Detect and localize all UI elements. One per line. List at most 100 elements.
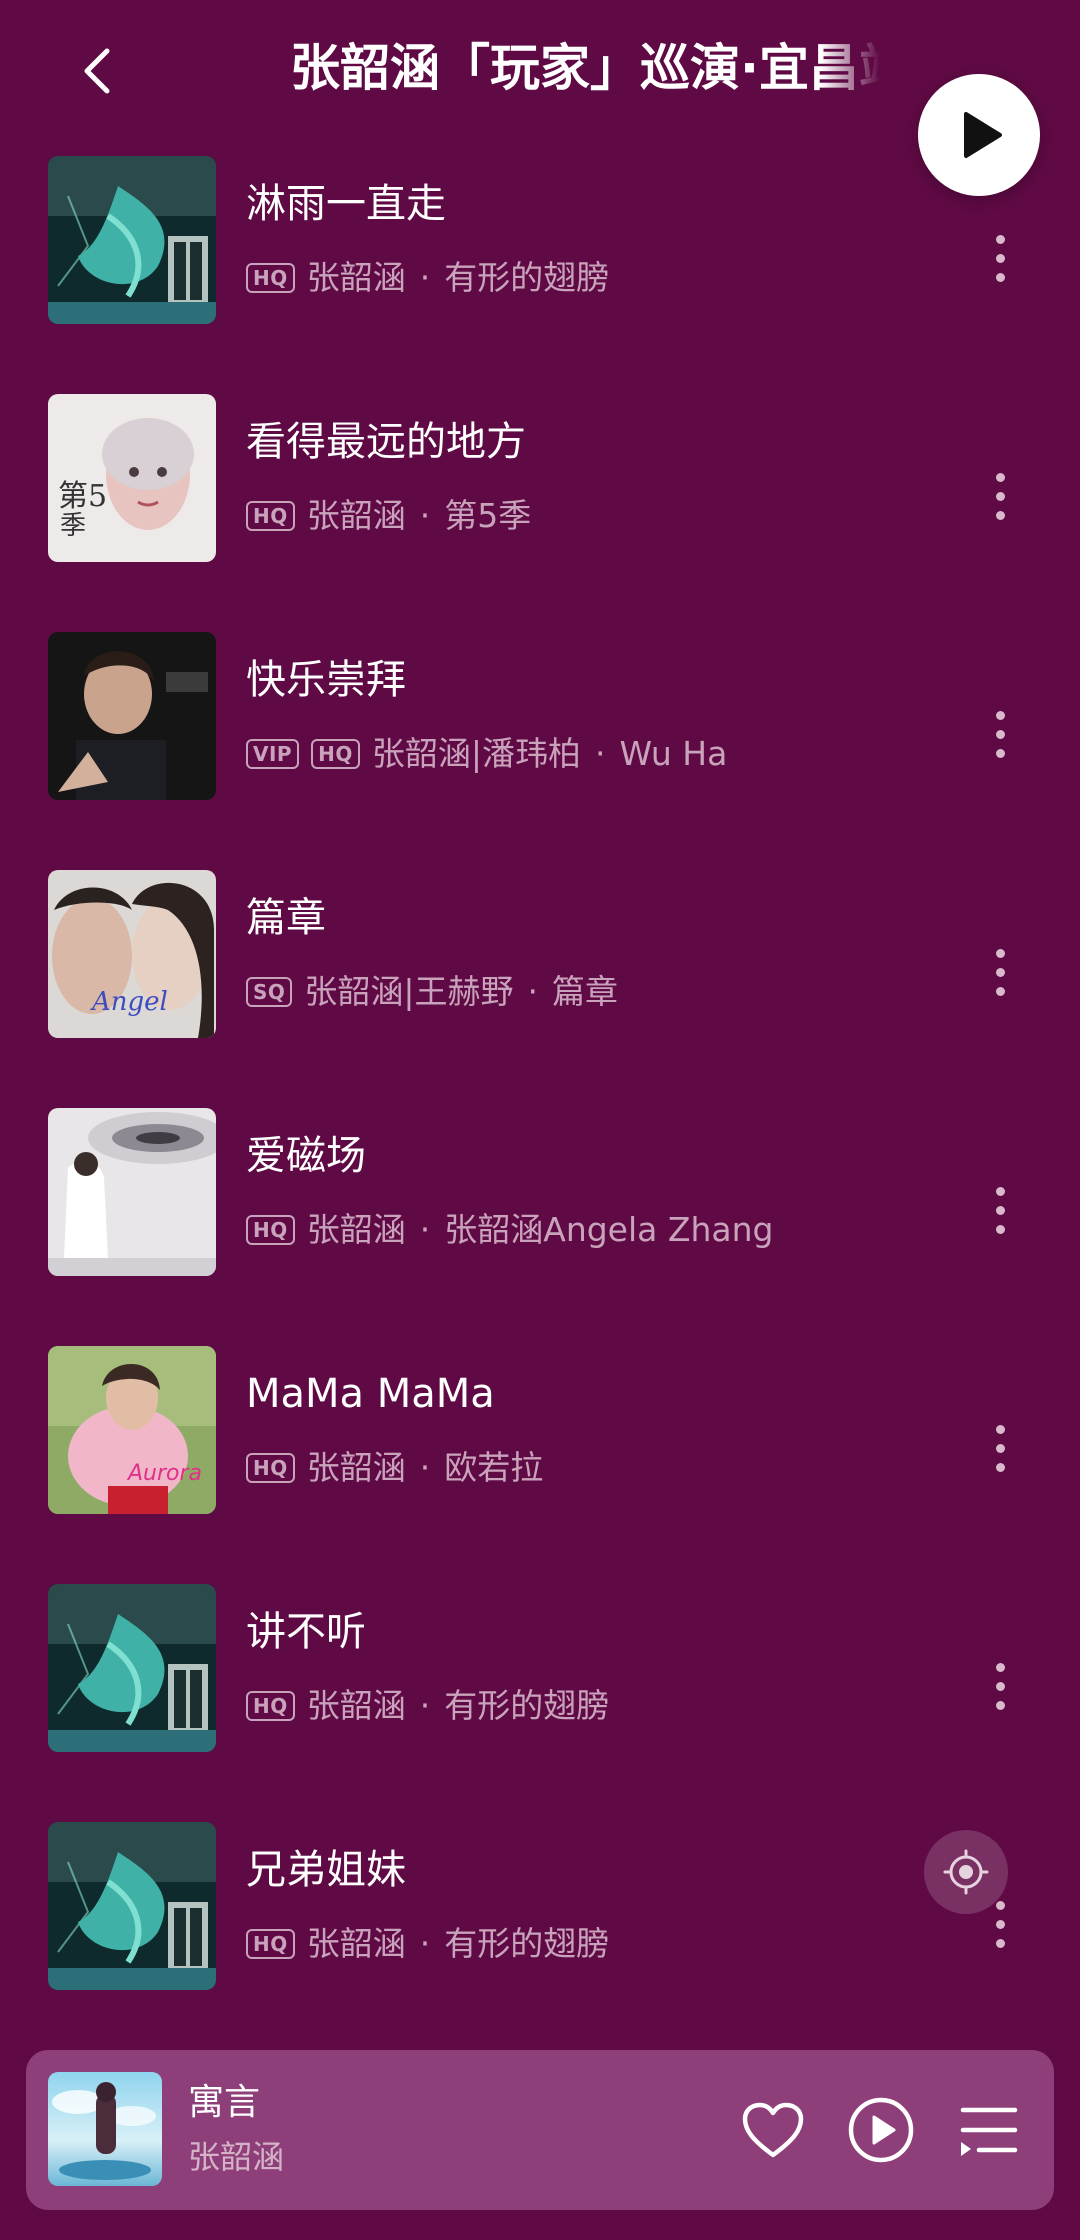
- heart-icon: [742, 2102, 804, 2158]
- mini-player[interactable]: 寓言 张韶涵: [26, 2050, 1054, 2210]
- song-title: 兄弟姐妹: [246, 1847, 406, 1893]
- album-cover-art: [48, 1822, 216, 1990]
- more-options-button[interactable]: [980, 694, 1020, 774]
- song-title: 淋雨一直走: [246, 181, 446, 227]
- playlist-screen: 张韶涵「玩家」巡演·宜昌站 淋雨一直走 HQ 张韶涵 · 有形的翅膀 第5 季看得最远的地方…: [0, 0, 1080, 2240]
- like-button[interactable]: [738, 2095, 808, 2165]
- svg-text:季: 季: [60, 511, 86, 541]
- song-meta: HQ 张韶涵 · 有形的翅膀: [246, 256, 609, 300]
- song-album: 张韶涵Angela Zhang: [444, 1210, 774, 1249]
- song-artist: 张韶涵: [306, 1924, 406, 1963]
- meta-separator: ·: [419, 496, 431, 535]
- song-meta: HQ 张韶涵 · 有形的翅膀: [246, 1922, 609, 1966]
- song-album: 欧若拉: [444, 1448, 544, 1487]
- song-meta: HQ 张韶涵 · 第5季: [246, 494, 531, 538]
- more-options-button[interactable]: [980, 1646, 1020, 1726]
- more-vertical-icon: [995, 1658, 1005, 1715]
- song-album: Wu Ha: [619, 734, 728, 773]
- album-cover-art: [48, 1108, 216, 1276]
- song-artist: 张韶涵: [306, 258, 406, 297]
- song-row[interactable]: 讲不听 HQ 张韶涵 · 有形的翅膀: [0, 1568, 1080, 1806]
- song-artist: 张韶涵: [306, 1686, 406, 1725]
- song-album: 篇章: [552, 972, 619, 1011]
- more-options-button[interactable]: [980, 1408, 1020, 1488]
- meta-separator: ·: [419, 1686, 431, 1725]
- song-row[interactable]: 快乐崇拜 VIP HQ 张韶涵|潘玮柏 · Wu Ha: [0, 616, 1080, 854]
- back-button[interactable]: [62, 36, 132, 106]
- more-vertical-icon: [995, 230, 1005, 287]
- meta-separator: ·: [419, 258, 431, 297]
- quality-badge: SQ: [246, 977, 293, 1007]
- song-title: 篇章: [246, 895, 326, 941]
- more-options-button[interactable]: [980, 932, 1020, 1012]
- song-title: MaMa MaMa: [246, 1371, 495, 1417]
- song-album: 有形的翅膀: [444, 1924, 610, 1963]
- now-playing-cover[interactable]: [48, 2072, 162, 2186]
- song-artist: 张韶涵: [306, 1448, 406, 1487]
- song-artist: 张韶涵|王赫野: [304, 972, 514, 1011]
- song-title: 看得最远的地方: [246, 419, 526, 465]
- album-cover: [48, 156, 216, 324]
- more-vertical-icon: [995, 706, 1005, 763]
- song-meta: HQ 张韶涵 · 张韶涵Angela Zhang: [246, 1208, 773, 1252]
- now-playing-title[interactable]: 寓言: [188, 2080, 260, 2126]
- album-cover-art: Aurora: [48, 1346, 216, 1514]
- locate-icon: [943, 1849, 989, 1895]
- more-vertical-icon: [995, 1896, 1005, 1953]
- song-meta: HQ 张韶涵 · 欧若拉: [246, 1446, 543, 1490]
- svg-text:第5: 第5: [58, 479, 107, 514]
- song-row[interactable]: 第5 季看得最远的地方 HQ 张韶涵 · 第5季: [0, 378, 1080, 616]
- quality-badge: HQ: [246, 263, 295, 293]
- song-row[interactable]: Angel 篇章 SQ 张韶涵|王赫野 · 篇章: [0, 854, 1080, 1092]
- album-cover: Angel: [48, 870, 216, 1038]
- page-title: 张韶涵「玩家」巡演·宜昌站: [290, 39, 880, 97]
- song-row[interactable]: Aurora MaMa MaMa HQ 张韶涵 · 欧若拉: [0, 1330, 1080, 1568]
- playlist-queue-button[interactable]: [954, 2095, 1024, 2165]
- locate-current-song-button[interactable]: [924, 1830, 1008, 1914]
- quality-badge: VIP: [246, 739, 300, 769]
- album-cover: [48, 1822, 216, 1990]
- quality-badge: HQ: [246, 1929, 295, 1959]
- album-cover: [48, 1584, 216, 1752]
- queue-list-icon: [960, 2107, 1018, 2156]
- now-playing-cover-art: [48, 2072, 162, 2186]
- song-title: 爱磁场: [246, 1133, 366, 1179]
- album-cover: [48, 1108, 216, 1276]
- album-cover-art: 第5季: [48, 394, 216, 562]
- more-vertical-icon: [995, 1420, 1005, 1477]
- song-row[interactable]: 淋雨一直走 HQ 张韶涵 · 有形的翅膀: [0, 140, 1080, 378]
- album-cover-art: [48, 1584, 216, 1752]
- quality-badge: HQ: [246, 1691, 295, 1721]
- song-artist: 张韶涵: [306, 496, 406, 535]
- play-all-button[interactable]: [918, 74, 1040, 196]
- more-vertical-icon: [995, 468, 1005, 525]
- play-pause-button[interactable]: [846, 2095, 916, 2165]
- song-album: 有形的翅膀: [444, 1686, 610, 1725]
- song-meta: VIP HQ 张韶涵|潘玮柏 · Wu Ha: [246, 732, 727, 776]
- album-cover-art: [48, 156, 216, 324]
- song-row[interactable]: 兄弟姐妹 HQ 张韶涵 · 有形的翅膀: [0, 1806, 1080, 2044]
- quality-badge: HQ: [246, 501, 295, 531]
- more-options-button[interactable]: [980, 1170, 1020, 1250]
- song-title: 快乐崇拜: [246, 657, 406, 703]
- quality-badge: HQ: [246, 1215, 295, 1245]
- song-meta: SQ 张韶涵|王赫野 · 篇章: [246, 970, 618, 1014]
- more-options-button[interactable]: [980, 456, 1020, 536]
- header: 张韶涵「玩家」巡演·宜昌站: [0, 0, 1080, 140]
- album-cover: [48, 632, 216, 800]
- album-cover-art: Angel: [48, 870, 216, 1038]
- meta-separator: ·: [419, 1210, 431, 1249]
- song-list: 淋雨一直走 HQ 张韶涵 · 有形的翅膀 第5 季看得最远的地方 HQ 张韶涵 · 第5季 快乐崇拜 V…: [0, 140, 1080, 2044]
- quality-badge: HQ: [246, 1453, 295, 1483]
- play-circle-icon: [848, 2097, 914, 2163]
- more-options-button[interactable]: [980, 218, 1020, 298]
- song-album: 有形的翅膀: [444, 258, 610, 297]
- meta-separator: ·: [527, 972, 539, 1011]
- svg-text:Angel: Angel: [90, 987, 168, 1017]
- meta-separator: ·: [419, 1448, 431, 1487]
- now-playing-artist: 张韶涵: [188, 2138, 285, 2176]
- song-row[interactable]: 爱磁场 HQ 张韶涵 · 张韶涵Angela Zhang: [0, 1092, 1080, 1330]
- page-title-container: 张韶涵「玩家」巡演·宜昌站: [290, 30, 880, 106]
- svg-text:Aurora: Aurora: [126, 1461, 202, 1486]
- play-icon: [964, 112, 1002, 158]
